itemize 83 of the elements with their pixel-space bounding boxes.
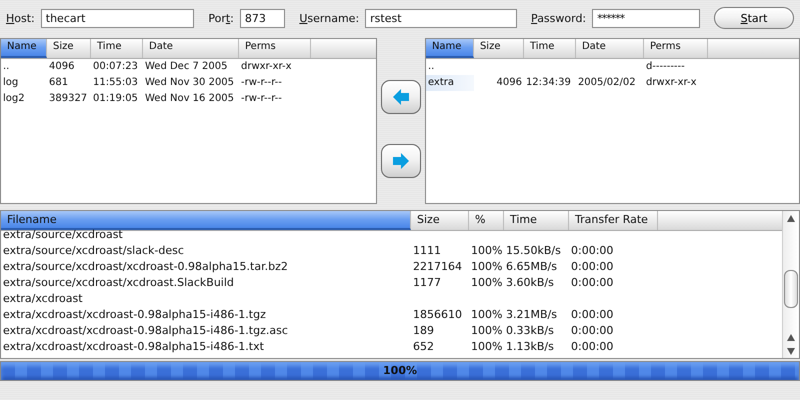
column-header[interactable]: Date <box>576 39 644 58</box>
column-header[interactable]: Time <box>524 39 576 58</box>
table-cell: 1177 <box>413 276 441 289</box>
input-field[interactable]: thecart <box>40 8 194 28</box>
scrollbar[interactable] <box>782 211 799 358</box>
table-cell: 389327 <box>49 93 88 104</box>
table-cell: -rw-r--r-- <box>241 77 282 88</box>
table-cell: 12:34:39 <box>526 77 571 88</box>
file-name[interactable]: log <box>3 77 18 88</box>
file-name[interactable]: extra/xcdroast/xcdroast-0.98alpha15-i486-1.tgz <box>3 308 266 321</box>
progress-text: 100% <box>383 364 417 377</box>
table-cell: Wed Dec 7 2005 <box>145 61 228 72</box>
table-cell: 100% <box>471 260 502 273</box>
download-button[interactable] <box>381 144 421 178</box>
table-cell: 681 <box>49 77 68 88</box>
table-cell: 0:00:00 <box>571 244 614 257</box>
column-header[interactable]: Name <box>426 39 474 58</box>
table-cell: 4096 <box>496 77 522 88</box>
table-cell: 0:00:00 <box>571 308 614 321</box>
right-arrow-icon <box>390 151 412 171</box>
table-cell: Wed Nov 30 2005 <box>145 77 234 88</box>
table-cell: 00:07:23 <box>93 61 138 72</box>
table-cell: 100% <box>471 324 502 337</box>
field-label: Password: <box>531 12 586 24</box>
table-cell: 0:00:00 <box>571 340 614 353</box>
column-header[interactable]: Filename <box>1 211 411 230</box>
column-header[interactable]: Time <box>504 211 569 230</box>
field-label: Host: <box>6 12 35 24</box>
start-button[interactable]: Start <box>714 7 794 29</box>
table-cell: 0.33kB/s <box>506 324 554 337</box>
table-cell: 189 <box>413 324 434 337</box>
table-cell: 3.60kB/s <box>506 276 554 289</box>
file-name[interactable]: extra/xcdroast <box>3 292 83 305</box>
table-cell: 0:00:00 <box>571 276 614 289</box>
column-header[interactable]: Time <box>91 39 143 58</box>
scroll-thumb[interactable] <box>784 270 798 308</box>
file-name[interactable]: extra/source/xcdroast/xcdroast-0.98alpha15.tar.bz2 <box>3 260 288 273</box>
table-cell: 100% <box>471 308 502 321</box>
input-field[interactable]: rstest <box>365 8 518 28</box>
table-cell: 1.13kB/s <box>506 340 554 353</box>
table-cell: 100% <box>471 276 502 289</box>
column-header[interactable]: Perms <box>644 39 708 58</box>
column-header[interactable]: % <box>469 211 504 230</box>
table-cell: -rw-r--r-- <box>241 93 282 104</box>
column-header[interactable]: Size <box>411 211 469 230</box>
table-cell: drwxr-xr-x <box>646 77 696 88</box>
column-header[interactable]: Size <box>474 39 524 58</box>
column-header[interactable]: Perms <box>239 39 311 58</box>
table-cell: drwxr-xr-x <box>241 61 292 72</box>
table-cell: 01:19:05 <box>93 93 138 104</box>
file-name[interactable]: extra/source/xcdroast/slack-desc <box>3 244 184 257</box>
file-name[interactable]: extra/source/xcdroast <box>3 228 123 241</box>
column-header[interactable]: Transfer Rate <box>569 211 658 230</box>
table-cell: 1111 <box>413 244 441 257</box>
table-cell: 0:00:00 <box>571 324 614 337</box>
input-field[interactable]: 873 <box>240 8 286 28</box>
file-name[interactable]: .. <box>428 61 434 72</box>
table-cell: 652 <box>413 340 434 353</box>
table-cell: Wed Nov 16 2005 <box>145 93 234 104</box>
table-cell: 1856610 <box>413 308 462 321</box>
file-name[interactable]: extra/xcdroast/xcdroast-0.98alpha15-i486-1.txt <box>3 340 264 353</box>
column-header[interactable]: Size <box>47 39 91 58</box>
table-cell: 6.65MB/s <box>506 260 557 273</box>
password-field[interactable]: ****** <box>592 8 700 28</box>
table-cell: 100% <box>471 340 502 353</box>
file-name[interactable]: log2 <box>3 93 25 104</box>
table-cell: d--------- <box>646 61 685 72</box>
table-cell: 100% <box>471 244 502 257</box>
table-cell: 15.50kB/s <box>506 244 561 257</box>
column-header[interactable]: Name <box>1 39 47 58</box>
upload-button[interactable] <box>381 80 421 114</box>
file-name[interactable]: .. <box>3 61 10 72</box>
table-cell: 2005/02/02 <box>578 77 636 88</box>
field-label: Username: <box>299 12 360 24</box>
table-cell: 0:00:00 <box>571 260 614 273</box>
table-cell: 2217164 <box>413 260 462 273</box>
table-cell: 4096 <box>49 61 74 72</box>
file-name[interactable]: extra/xcdroast/xcdroast-0.98alpha15-i486-1.tgz.asc <box>3 324 288 337</box>
table-cell: 3.21MB/s <box>506 308 557 321</box>
file-name[interactable]: extra/source/xcdroast/xcdroast.SlackBuild <box>3 276 234 289</box>
field-label: Port: <box>208 12 234 24</box>
table-cell: 11:55:03 <box>93 77 138 88</box>
column-header[interactable]: Date <box>143 39 239 58</box>
